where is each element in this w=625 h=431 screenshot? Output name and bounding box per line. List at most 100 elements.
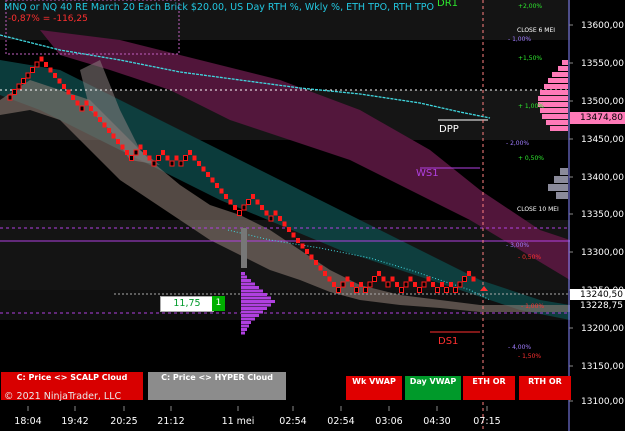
- renko-brick: [169, 160, 175, 167]
- renko-brick: [206, 172, 210, 177]
- eth-or-button[interactable]: ETH OR: [463, 376, 515, 400]
- y-tick-label: 13150,00: [581, 362, 624, 372]
- percent-level-label: - 1,00%: [521, 303, 544, 310]
- renko-brick: [340, 281, 346, 288]
- renko-brick: [21, 78, 26, 84]
- renko-brick: [318, 265, 323, 271]
- renko-brick: [79, 105, 85, 112]
- renko-brick: [7, 94, 13, 101]
- order-price-box[interactable]: 11,75: [160, 296, 214, 312]
- renko-brick: [260, 205, 264, 210]
- eth-profile-bar: [544, 84, 568, 89]
- renko-brick: [98, 117, 102, 122]
- order-qty-button[interactable]: 1: [212, 296, 225, 311]
- renko-brick: [255, 199, 260, 205]
- daily-change: -0,87% = -116,25: [8, 14, 88, 24]
- renko-brick: [116, 139, 120, 144]
- renko-brick: [363, 287, 368, 293]
- rth-profile-bar: [241, 314, 259, 317]
- rth-profile-bar: [241, 328, 247, 331]
- renko-brick: [426, 276, 431, 282]
- renko-brick: [444, 287, 449, 293]
- renko-brick: [350, 282, 354, 287]
- eth-profile-bar: [538, 96, 568, 101]
- eth-profile-bar-grey: [556, 192, 568, 199]
- renko-brick: [381, 276, 386, 282]
- chart-canvas[interactable]: 13600,00 13550,00 13500,00 13450,00 13400,00…: [0, 0, 625, 431]
- renko-brick: [16, 83, 22, 90]
- renko-brick: [125, 150, 129, 155]
- renko-brick: [210, 177, 215, 183]
- chart-title: MNQ or NQ 40 RE March 20 Each Brick $20.…: [4, 2, 435, 13]
- price-axis[interactable]: 13600,00 13550,00 13500,00 13450,00 13400,00…: [569, 21, 624, 407]
- renko-brick: [53, 73, 57, 78]
- price-tag-vwap: 13228,75: [570, 300, 625, 312]
- wk-vwap-button[interactable]: Wk VWAP: [346, 376, 402, 400]
- eth-profile-bar: [540, 90, 568, 95]
- renko-brick: [300, 243, 305, 249]
- percent-level-label: + 0,50%: [518, 155, 544, 162]
- renko-brick: [219, 188, 224, 194]
- rth-profile-bar: [241, 317, 255, 321]
- y-tick-label: 13450,00: [581, 135, 624, 145]
- renko-brick: [133, 149, 139, 156]
- day-vwap-button[interactable]: Day VWAP: [405, 376, 461, 400]
- y-tick-label: 13400,00: [581, 173, 624, 183]
- renko-brick: [66, 89, 71, 95]
- x-tick-label: 19:42: [61, 416, 88, 427]
- renko-brick: [431, 282, 435, 287]
- eth-profile-bar-grey: [548, 184, 568, 191]
- rth-profile-grey: [241, 228, 247, 268]
- renko-brick: [359, 282, 363, 287]
- percent-level-label: + 1,00%: [518, 103, 544, 110]
- renko-brick: [457, 281, 463, 288]
- renko-brick: [12, 89, 17, 95]
- y-tick-label: 13100,00: [581, 397, 624, 407]
- rth-profile-bar: [241, 324, 249, 328]
- renko-brick: [25, 72, 31, 79]
- x-tick-label: 18:04: [14, 416, 41, 427]
- renko-brick: [327, 276, 332, 282]
- renko-brick: [390, 276, 395, 282]
- eth-profile-bar: [540, 108, 568, 113]
- renko-brick: [395, 282, 399, 287]
- renko-brick: [102, 122, 107, 128]
- renko-brick: [84, 100, 89, 106]
- percent-level-label: - 1,50%: [518, 353, 541, 360]
- x-tick-label: 04:30: [423, 416, 450, 427]
- renko-brick: [30, 67, 35, 73]
- renko-brick: [233, 205, 237, 210]
- renko-brick: [367, 281, 373, 288]
- renko-brick: [224, 194, 228, 199]
- renko-brick: [282, 221, 287, 227]
- eth-profile-bar: [562, 60, 568, 65]
- x-tick-label: 02:54: [327, 416, 354, 427]
- renko-brick: [48, 67, 53, 73]
- dpp-label: DPP: [439, 124, 459, 135]
- rth-profile-bar: [241, 293, 267, 296]
- x-tick-label: 21:12: [157, 416, 184, 427]
- renko-brick: [151, 160, 157, 167]
- renko-brick: [372, 276, 377, 282]
- y-tick-label: 13500,00: [581, 97, 624, 107]
- rth-profile-bar: [241, 279, 251, 282]
- x-tick-label: 02:54: [279, 416, 306, 427]
- renko-brick: [332, 282, 336, 287]
- eth-profile-bar: [542, 114, 568, 119]
- renko-brick: [268, 215, 274, 222]
- renko-brick: [453, 287, 458, 293]
- renko-brick: [413, 282, 417, 287]
- rth-profile-bar: [241, 275, 247, 279]
- renko-brick: [291, 232, 296, 238]
- y-tick-label: 13200,00: [581, 324, 624, 334]
- renko-brick: [39, 56, 44, 62]
- percent-level-label: - 1,00%: [508, 36, 531, 43]
- eth-profile-bar-grey: [560, 168, 568, 175]
- renko-brick: [165, 155, 170, 161]
- renko-chart[interactable]: 13600,00 13550,00 13500,00 13450,00 13400,00…: [0, 0, 625, 431]
- copyright: © 2021 NinjaTrader, LLC: [4, 391, 122, 402]
- hyper-cloud-button[interactable]: C: Price <> HYPER Cloud: [148, 372, 286, 400]
- renko-brick: [228, 199, 233, 205]
- rth-or-button[interactable]: RTH OR: [519, 376, 571, 400]
- rth-profile-bar: [241, 286, 259, 289]
